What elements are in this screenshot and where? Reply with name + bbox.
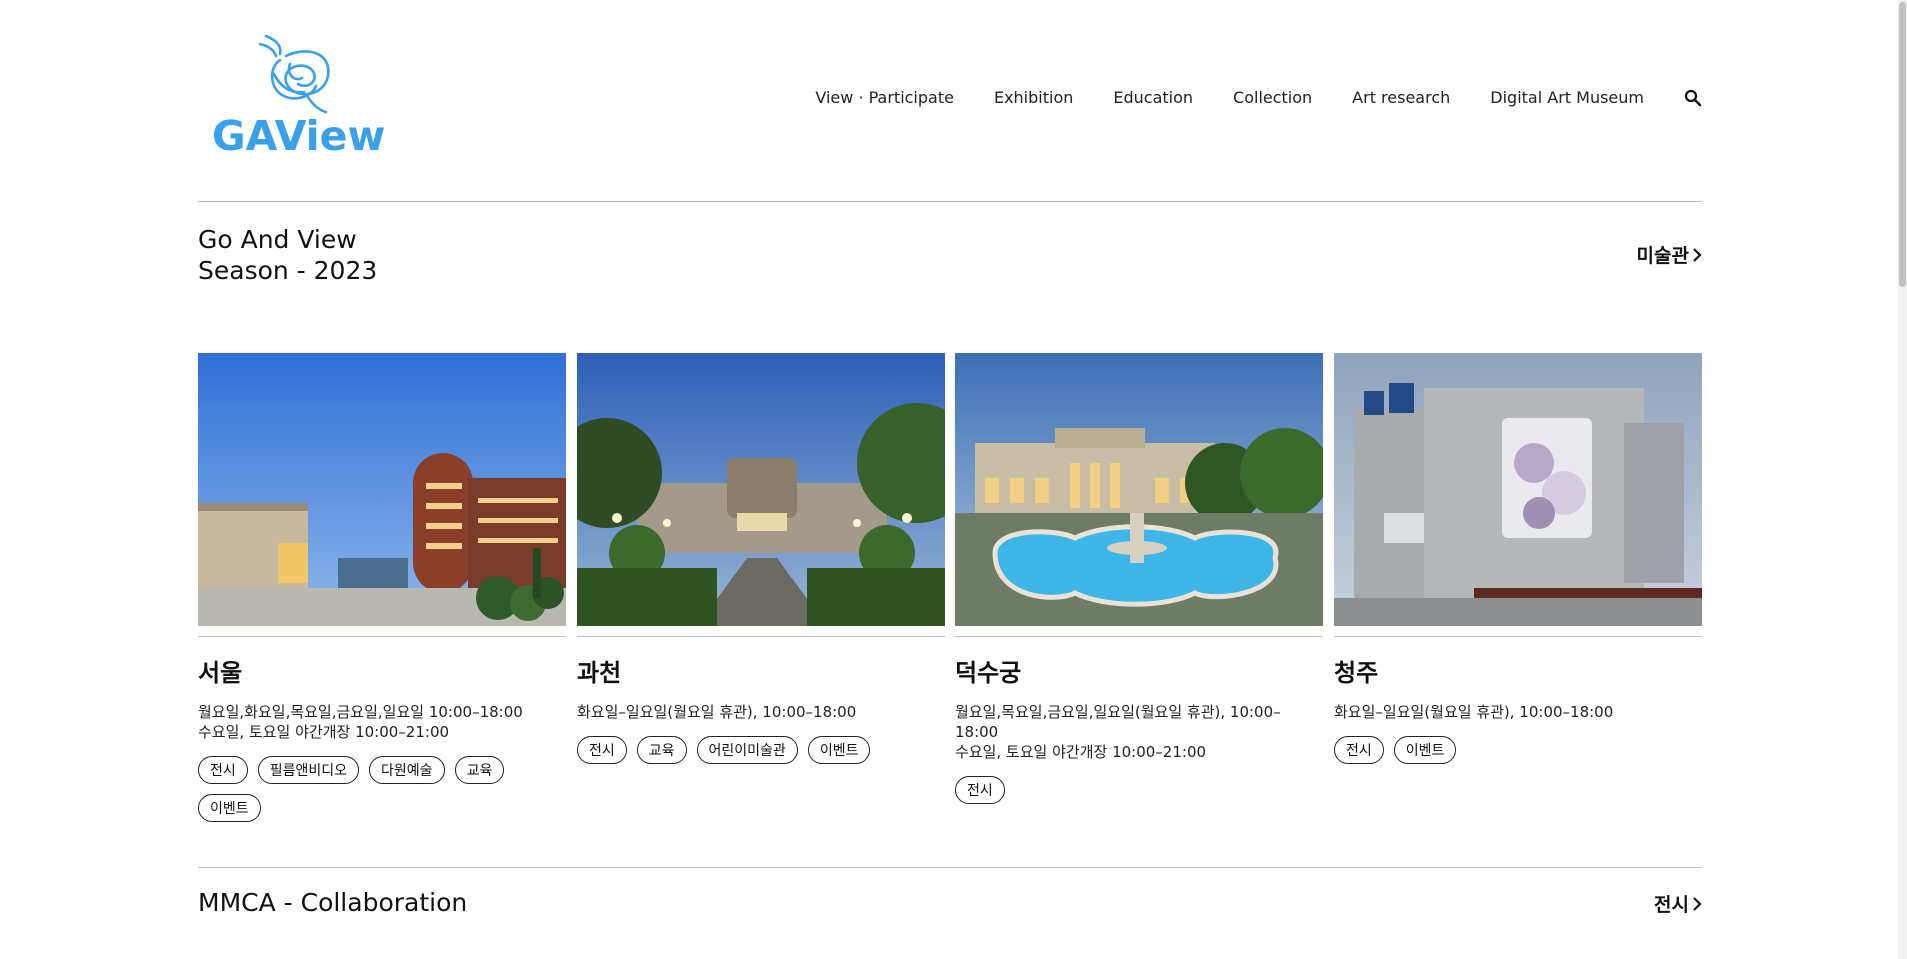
hours-line: 화요일–일요일(월요일 휴관), 10:00–18:00 — [577, 703, 857, 721]
section-title-line2: Season - 2023 — [198, 256, 378, 285]
logo-mark-icon — [258, 34, 330, 114]
museum-card[interactable]: 과천 화요일–일요일(월요일 휴관), 10:00–18:00 전시 교육 어린… — [577, 353, 945, 774]
museum-cards: 서울 월요일,화요일,목요일,금요일,일요일 10:00–18:00 수요일, … — [198, 353, 1702, 823]
museum-card[interactable]: 청주 화요일–일요일(월요일 휴관), 10:00–18:00 전시 이벤트 — [1334, 353, 1702, 774]
section2-title: MMCA - Collaboration — [198, 888, 468, 917]
card-divider — [577, 636, 945, 637]
tag[interactable]: 다원예술 — [369, 756, 445, 784]
tag[interactable]: 전시 — [955, 776, 1005, 804]
nav-digital-art-museum[interactable]: Digital Art Museum — [1490, 88, 1644, 107]
card-divider — [955, 636, 1323, 637]
exhibition-link-label: 전시 — [1654, 894, 1689, 916]
tag[interactable]: 교육 — [454, 756, 505, 784]
tag-list: 전시 필름앤비디오 다원예술 교육 이벤트 — [198, 756, 566, 832]
museum-photo[interactable] — [1334, 353, 1702, 626]
brand-name: GAView — [212, 112, 386, 160]
section-title: Go And View Season - 2023 — [198, 224, 377, 286]
hours-line: 수요일, 토요일 야간개장 10:00–21:00 — [198, 723, 450, 741]
section-title-line1: Go And View — [198, 225, 357, 254]
hours-line: 월요일,목요일,금요일,일요일(월요일 휴관), 10:00–18:00 — [955, 703, 1281, 741]
chevron-right-icon — [1693, 247, 1702, 262]
opening-hours: 월요일,목요일,금요일,일요일(월요일 휴관), 10:00–18:00 수요일… — [955, 702, 1323, 762]
opening-hours: 화요일–일요일(월요일 휴관), 10:00–18:00 — [1334, 702, 1702, 722]
vertical-scrollbar[interactable] — [1898, 0, 1907, 959]
tag[interactable]: 이벤트 — [198, 794, 261, 822]
tag[interactable]: 전시 — [198, 756, 248, 784]
tag[interactable]: 이벤트 — [807, 736, 871, 764]
nav-education[interactable]: Education — [1113, 88, 1193, 107]
card-divider — [198, 636, 566, 637]
exhibition-link[interactable]: 전시 — [1654, 890, 1702, 917]
main-nav: View · Participate Exhibition Education … — [775, 88, 1702, 107]
museum-name[interactable]: 청주 — [1334, 653, 1702, 688]
tag-list: 전시 교육 어린이미술관 이벤트 — [577, 736, 945, 774]
tag[interactable]: 어린이미술관 — [696, 736, 798, 764]
nav-art-research[interactable]: Art research — [1352, 88, 1450, 107]
card-divider — [1334, 636, 1702, 637]
tag-list: 전시 — [955, 776, 1323, 814]
chevron-right-icon — [1693, 896, 1702, 911]
tag[interactable]: 필름앤비디오 — [257, 756, 360, 784]
museum-photo[interactable] — [577, 353, 945, 626]
nav-exhibition[interactable]: Exhibition — [994, 88, 1073, 107]
museum-photo[interactable] — [198, 353, 566, 626]
museum-link-label: 미술관 — [1636, 245, 1689, 267]
tag[interactable]: 교육 — [636, 736, 687, 764]
brand-logo[interactable]: GAView — [212, 34, 386, 166]
nav-view-participate[interactable]: View · Participate — [815, 88, 954, 107]
scrollbar-thumb[interactable] — [1899, 2, 1906, 287]
tag[interactable]: 전시 — [577, 736, 627, 764]
museum-card[interactable]: 덕수궁 월요일,목요일,금요일,일요일(월요일 휴관), 10:00–18:00… — [955, 353, 1323, 814]
hours-line: 수요일, 토요일 야간개장 10:00–21:00 — [955, 743, 1207, 761]
museum-name[interactable]: 서울 — [198, 653, 566, 688]
museum-card[interactable]: 서울 월요일,화요일,목요일,금요일,일요일 10:00–18:00 수요일, … — [198, 353, 566, 832]
museum-name[interactable]: 덕수궁 — [955, 653, 1323, 688]
header-divider — [198, 201, 1702, 202]
tag-list: 전시 이벤트 — [1334, 736, 1702, 774]
opening-hours: 월요일,화요일,목요일,금요일,일요일 10:00–18:00 수요일, 토요일… — [198, 702, 566, 742]
opening-hours: 화요일–일요일(월요일 휴관), 10:00–18:00 — [577, 702, 945, 722]
hours-line: 월요일,화요일,목요일,금요일,일요일 10:00–18:00 — [198, 703, 523, 721]
tag[interactable]: 이벤트 — [1393, 736, 1457, 764]
museum-name[interactable]: 과천 — [577, 653, 945, 688]
search-icon[interactable] — [1684, 89, 1702, 107]
hours-line: 화요일–일요일(월요일 휴관), 10:00–18:00 — [1334, 703, 1614, 721]
section-divider — [198, 867, 1702, 868]
museum-link[interactable]: 미술관 — [1637, 241, 1702, 268]
museum-photo[interactable] — [955, 353, 1323, 626]
tag[interactable]: 전시 — [1334, 736, 1384, 764]
nav-collection[interactable]: Collection — [1233, 88, 1312, 107]
